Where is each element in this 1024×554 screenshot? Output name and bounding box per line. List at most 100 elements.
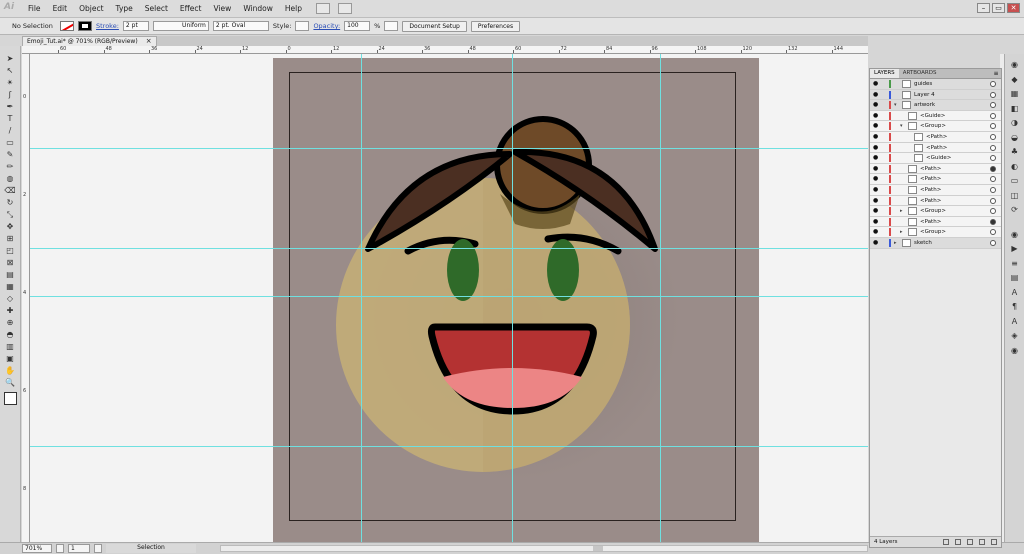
layer-row[interactable]: ● guides <box>870 79 1001 90</box>
arrange-documents-icon[interactable] <box>338 3 352 14</box>
vertical-ruler[interactable]: 0 2 4 6 8 <box>22 54 30 542</box>
tool-icon-24[interactable]: ▥ <box>4 342 16 352</box>
target-icon[interactable] <box>990 186 996 193</box>
app-logo[interactable]: Ai <box>4 2 22 16</box>
clipping-mask-icon[interactable] <box>955 539 961 545</box>
menu-edit[interactable]: Edit <box>47 4 74 13</box>
layer-row[interactable]: ● <Path> <box>870 142 1001 154</box>
lock-toggle-icon[interactable] <box>882 113 887 119</box>
lock-toggle-icon[interactable] <box>882 155 887 161</box>
tool-icon-3[interactable]: ʃ <box>4 90 16 100</box>
new-sublayer-icon[interactable] <box>967 539 973 545</box>
menu-effect[interactable]: Effect <box>174 4 208 13</box>
menu-view[interactable]: View <box>208 4 238 13</box>
guide-vertical-2[interactable] <box>512 54 513 542</box>
visibility-eye-icon[interactable]: ● <box>873 91 879 97</box>
target-icon[interactable] <box>990 197 996 204</box>
tool-icon-6[interactable]: / <box>4 126 16 136</box>
visibility-eye-icon[interactable]: ● <box>873 165 879 171</box>
visibility-eye-icon[interactable]: ● <box>873 186 879 192</box>
dock-panel-icon-13[interactable]: ≡ <box>1009 259 1020 269</box>
lock-toggle-icon[interactable] <box>882 187 887 193</box>
layer-row[interactable]: ● <Path> <box>870 131 1001 143</box>
visibility-eye-icon[interactable]: ● <box>873 144 879 150</box>
locate-object-icon[interactable] <box>943 539 949 545</box>
visibility-eye-icon[interactable]: ● <box>873 81 879 87</box>
dock-panel-icon-2[interactable]: ▦ <box>1009 89 1020 99</box>
visibility-eye-icon[interactable]: ● <box>873 123 879 129</box>
guide-horizontal-2[interactable] <box>30 248 868 249</box>
visibility-eye-icon[interactable]: ● <box>873 218 879 224</box>
target-icon[interactable] <box>990 102 996 109</box>
menu-file[interactable]: File <box>22 4 47 13</box>
tool-icon-15[interactable]: ⊞ <box>4 234 16 244</box>
panel-menu-icon[interactable]: ≡ <box>991 69 1001 78</box>
graphic-style-dropdown[interactable] <box>295 21 310 31</box>
close-button[interactable]: ✕ <box>1007 3 1020 13</box>
dock-panel-icon-10[interactable]: ⟳ <box>1009 205 1020 215</box>
tool-icon-20[interactable]: ◇ <box>4 294 16 304</box>
dock-panel-icon-4[interactable]: ◑ <box>1009 118 1020 128</box>
visibility-eye-icon[interactable]: ● <box>873 208 879 214</box>
layer-row[interactable]: ● ▾ artwork <box>870 100 1001 111</box>
menu-object[interactable]: Object <box>73 4 109 13</box>
visibility-eye-icon[interactable]: ● <box>873 239 879 245</box>
layer-row[interactable]: ● ▸ <Group> <box>870 206 1001 217</box>
dock-panel-icon-11[interactable]: ◉ <box>1009 230 1020 240</box>
tool-icon-0[interactable]: ➤ <box>4 54 16 64</box>
opacity-panel-link[interactable]: Opacity: <box>313 22 340 30</box>
target-icon[interactable] <box>990 208 996 215</box>
layer-row[interactable]: ● <Path> <box>870 184 1001 196</box>
visibility-eye-icon[interactable]: ● <box>873 112 879 118</box>
target-icon[interactable] <box>990 144 996 151</box>
dock-panel-icon-7[interactable]: ◐ <box>1009 162 1020 172</box>
target-icon[interactable] <box>990 81 996 87</box>
tool-icon-27[interactable]: 🔍 <box>4 378 16 388</box>
menu-select[interactable]: Select <box>139 4 174 13</box>
tool-icon-2[interactable]: ✴ <box>4 78 16 88</box>
lock-toggle-icon[interactable] <box>882 134 887 140</box>
bridge-icon[interactable] <box>316 3 330 14</box>
lock-toggle-icon[interactable] <box>882 102 887 108</box>
dock-panel-icon-3[interactable]: ◧ <box>1009 104 1020 114</box>
tab-artboards[interactable]: ARTBOARDS <box>899 69 941 78</box>
guide-horizontal-3[interactable] <box>30 296 868 297</box>
visibility-eye-icon[interactable]: ● <box>873 197 879 203</box>
emoji-artwork[interactable] <box>30 54 868 542</box>
dock-panel-icon-9[interactable]: ◫ <box>1009 191 1020 201</box>
stroke-panel-link[interactable]: Stroke: <box>96 22 119 30</box>
layer-row[interactable]: ● <Path> <box>870 195 1001 207</box>
artboard-number-field[interactable]: 1 <box>68 544 90 553</box>
dock-panel-icon-19[interactable]: ◉ <box>1009 346 1020 356</box>
canvas[interactable] <box>30 54 868 542</box>
preferences-button[interactable]: Preferences <box>470 20 521 32</box>
tool-icon-13[interactable]: ⤡ <box>4 210 16 220</box>
layer-row[interactable]: ● <Path> <box>870 174 1001 185</box>
guide-horizontal-4[interactable] <box>30 446 868 447</box>
brush-definition-dropdown[interactable]: 2 pt. Oval <box>212 21 269 31</box>
delete-layer-icon[interactable] <box>991 539 997 545</box>
horizontal-ruler[interactable]: 6048362412012243648607284961081201321441… <box>22 46 868 54</box>
guide-vertical-1[interactable] <box>361 54 362 542</box>
tool-icon-11[interactable]: ⌫ <box>4 186 16 196</box>
dock-panel-icon-6[interactable]: ♣ <box>1009 147 1020 157</box>
target-icon[interactable] <box>990 229 996 236</box>
tool-icon-5[interactable]: T <box>4 114 16 124</box>
expand-toggle-icon[interactable]: ▾ <box>894 100 897 110</box>
visibility-eye-icon[interactable]: ● <box>873 133 879 139</box>
layer-row[interactable]: ● <Path> <box>870 163 1001 175</box>
target-icon[interactable] <box>990 91 996 98</box>
menu-window[interactable]: Window <box>237 4 279 13</box>
document-tab-close-icon[interactable]: × <box>146 37 152 46</box>
visibility-eye-icon[interactable]: ● <box>873 155 879 161</box>
dock-panel-icon-18[interactable]: ◈ <box>1009 331 1020 341</box>
tool-icon-17[interactable]: ⊠ <box>4 258 16 268</box>
dock-panel-icon-1[interactable]: ◆ <box>1009 75 1020 85</box>
target-icon[interactable] <box>990 123 996 130</box>
tool-icon-22[interactable]: ⊕ <box>4 318 16 328</box>
target-icon[interactable] <box>990 112 996 119</box>
lock-toggle-icon[interactable] <box>882 81 887 87</box>
tool-icon-21[interactable]: ✚ <box>4 306 16 316</box>
dock-panel-icon-0[interactable]: ◉ <box>1009 60 1020 70</box>
lock-toggle-icon[interactable] <box>882 229 887 235</box>
